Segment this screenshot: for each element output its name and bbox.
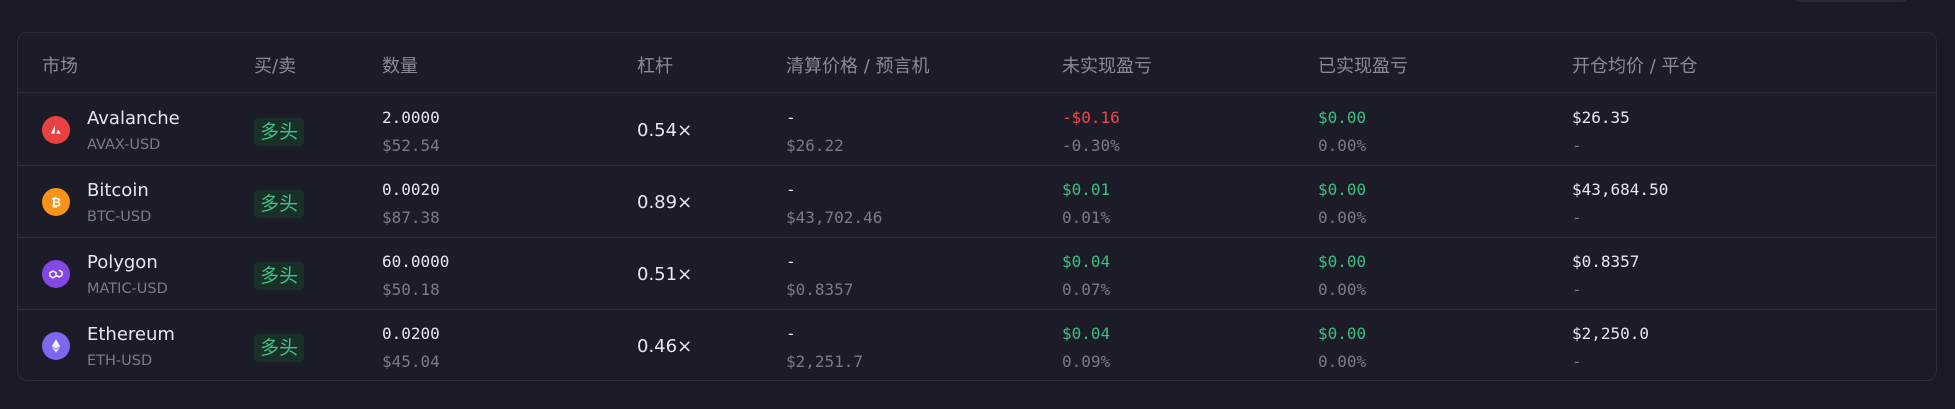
entry-price: $43,684.50: [1572, 180, 1669, 199]
unrealized-pnl: $0.04: [1062, 252, 1111, 271]
market-name[interactable]: Avalanche: [87, 108, 180, 129]
realized-pnl-percent: 0.00%: [1318, 136, 1367, 155]
svg-text:₿: ₿: [51, 196, 61, 210]
position-size: 60.0000: [382, 252, 450, 271]
realized-pnl: $0.00: [1318, 324, 1367, 343]
long-badge: 多头: [254, 118, 305, 146]
table-header: 市场 买/卖 数量 杠杆 清算价格 / 预言机 未实现盈亏 已实现盈亏 开仓均价…: [18, 33, 1936, 93]
realized-pnl: $0.00: [1318, 108, 1367, 127]
close-price: -: [1572, 280, 1582, 299]
position-notional: $87.38: [382, 208, 440, 227]
col-market: 市场: [42, 56, 78, 77]
unrealized-pnl-percent: 0.09%: [1062, 352, 1111, 371]
col-size: 数量: [382, 56, 418, 77]
oracle-price: $26.22: [786, 136, 844, 155]
liquidation-price: -: [786, 180, 796, 199]
unrealized-pnl-percent: 0.01%: [1062, 208, 1111, 227]
liquidation-price: -: [786, 252, 796, 271]
leverage-value: 0.54×: [637, 120, 693, 141]
position-size: 0.0020: [382, 180, 440, 199]
leverage-value: 0.46×: [637, 336, 693, 357]
market-pair: AVAX-USD: [87, 137, 161, 153]
table-row[interactable]: Polygon MATIC-USD 多头 60.0000 $50.18 0.51× - $0.…: [18, 238, 1936, 310]
liquidation-price: -: [786, 108, 796, 127]
ethereum-icon: [42, 332, 70, 360]
position-notional: $50.18: [382, 280, 440, 299]
entry-price: $2,250.0: [1572, 324, 1650, 343]
market-pair: ETH-USD: [87, 353, 153, 369]
close-price: -: [1572, 136, 1582, 155]
market-name[interactable]: Ethereum: [87, 324, 175, 345]
entry-price: $26.35: [1572, 108, 1630, 127]
oracle-price: $0.8357: [786, 280, 854, 299]
unrealized-pnl: $0.04: [1062, 324, 1111, 343]
unrealized-pnl-percent: 0.07%: [1062, 280, 1111, 299]
col-unrealized-pnl: 未实现盈亏: [1062, 56, 1152, 77]
market-pair: MATIC-USD: [87, 281, 168, 297]
realized-pnl: $0.00: [1318, 180, 1367, 199]
col-side: 买/卖: [254, 56, 297, 77]
oracle-price: $43,702.46: [786, 208, 883, 227]
table-row[interactable]: ₿ Bitcoin BTC-USD 多头 0.0020 $87.38 0.89× - $43,7…: [18, 166, 1936, 238]
realized-pnl: $0.00: [1318, 252, 1367, 271]
realized-pnl-percent: 0.00%: [1318, 352, 1367, 371]
position-size: 2.0000: [382, 108, 440, 127]
unrealized-pnl: -$0.16: [1062, 108, 1120, 127]
close-price: -: [1572, 352, 1582, 371]
leverage-value: 0.51×: [637, 264, 693, 285]
table-row[interactable]: Ethereum ETH-USD 多头 0.0200 $45.04 0.46× - $2,25…: [18, 310, 1936, 380]
avalanche-icon: [42, 116, 70, 144]
position-notional: $45.04: [382, 352, 440, 371]
col-entry-close: 开仓均价 / 平仓: [1572, 56, 1698, 77]
unrealized-pnl: $0.01: [1062, 180, 1111, 199]
entry-price: $0.8357: [1572, 252, 1640, 271]
positions-table: 市场 买/卖 数量 杠杆 清算价格 / 预言机 未实现盈亏 已实现盈亏 开仓均价…: [17, 32, 1937, 381]
position-notional: $52.54: [382, 136, 440, 155]
bitcoin-icon: ₿: [42, 188, 70, 216]
col-liq-oracle: 清算价格 / 预言机: [786, 56, 930, 77]
market-pair: BTC-USD: [87, 209, 152, 225]
long-badge: 多头: [254, 334, 305, 362]
col-realized-pnl: 已实现盈亏: [1318, 56, 1408, 77]
position-size: 0.0200: [382, 324, 440, 343]
leverage-value: 0.89×: [637, 192, 693, 213]
oracle-price: $2,251.7: [786, 352, 864, 371]
polygon-icon: [42, 260, 70, 288]
market-name[interactable]: Polygon: [87, 252, 158, 273]
top-tab-edge[interactable]: [1795, 0, 1907, 2]
long-badge: 多头: [254, 262, 305, 290]
realized-pnl-percent: 0.00%: [1318, 280, 1367, 299]
long-badge: 多头: [254, 190, 305, 218]
realized-pnl-percent: 0.00%: [1318, 208, 1367, 227]
close-price: -: [1572, 208, 1582, 227]
col-leverage: 杠杆: [637, 56, 673, 77]
unrealized-pnl-percent: -0.30%: [1062, 136, 1120, 155]
liquidation-price: -: [786, 324, 796, 343]
table-row[interactable]: Avalanche AVAX-USD 多头 2.0000 $52.54 0.54× - $26…: [18, 94, 1936, 166]
market-name[interactable]: Bitcoin: [87, 180, 149, 201]
